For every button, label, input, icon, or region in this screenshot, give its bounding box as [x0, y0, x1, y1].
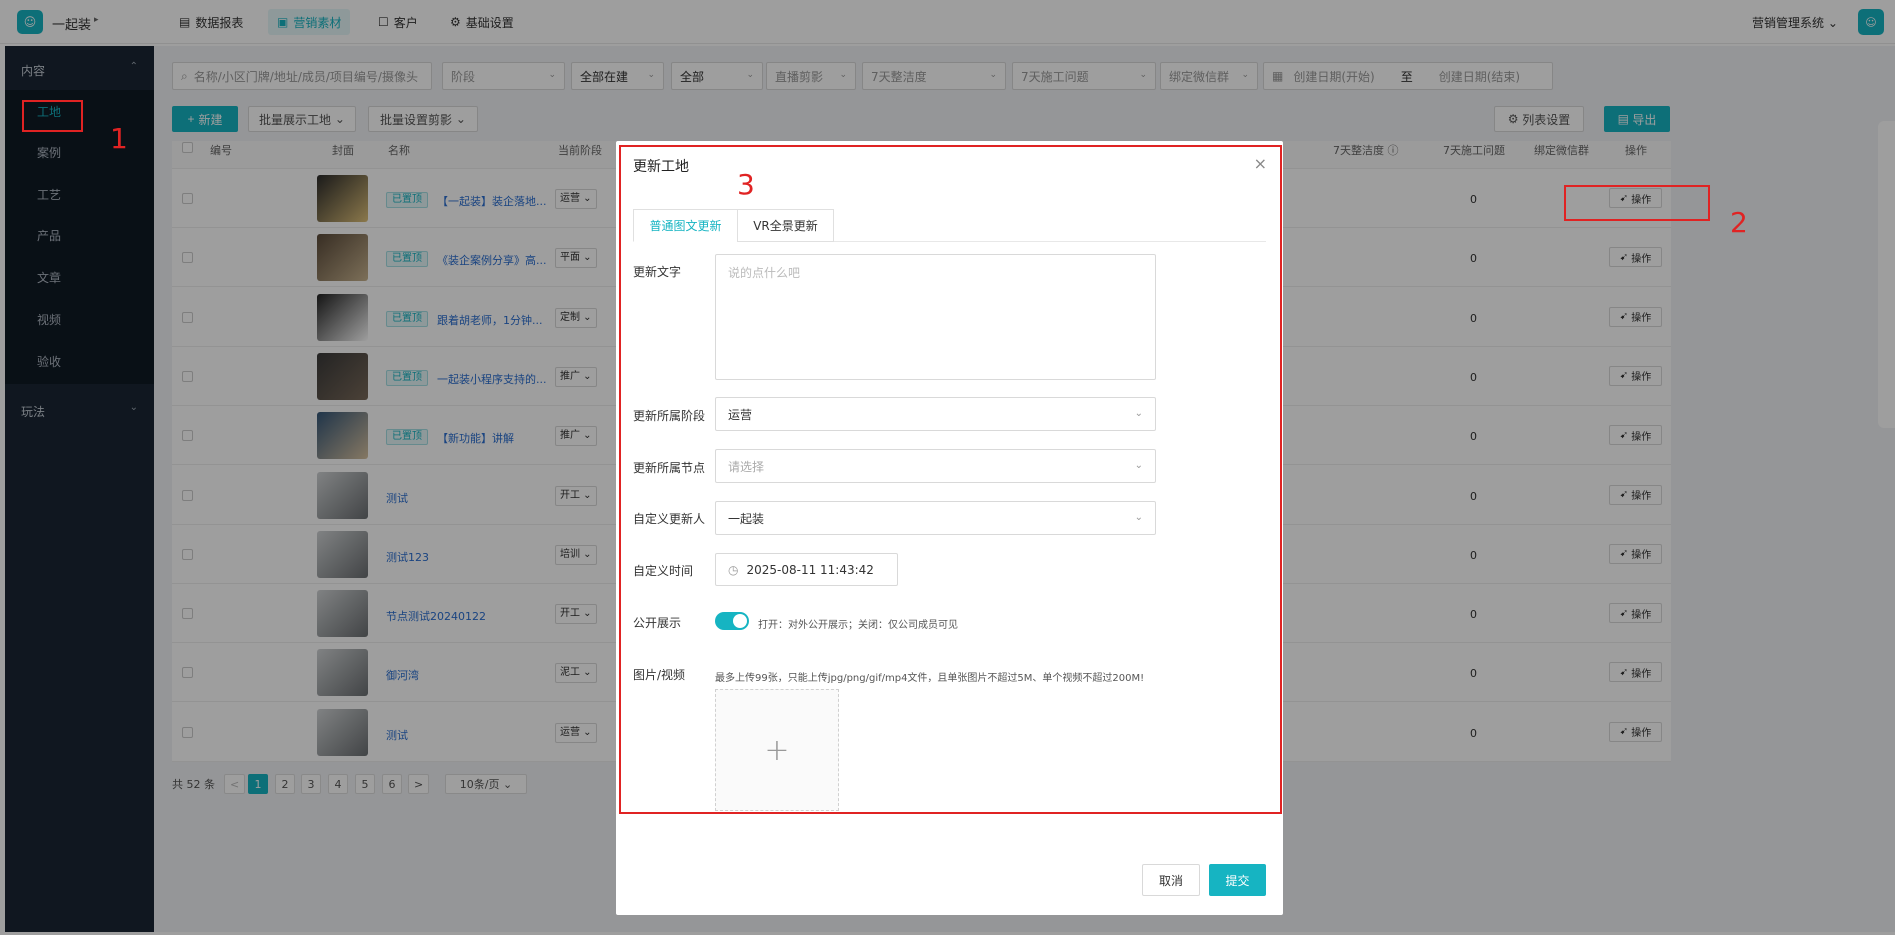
annotation-label-1: 1: [110, 122, 128, 155]
annotation-label-3: 3: [737, 168, 755, 201]
annotation-box-3: [619, 145, 1282, 814]
annotation-box-1: [22, 100, 83, 132]
submit-button[interactable]: 提交: [1209, 864, 1266, 896]
annotation-box-2: [1564, 185, 1710, 221]
cancel-button[interactable]: 取消: [1142, 864, 1200, 896]
annotation-label-2: 2: [1730, 206, 1748, 239]
